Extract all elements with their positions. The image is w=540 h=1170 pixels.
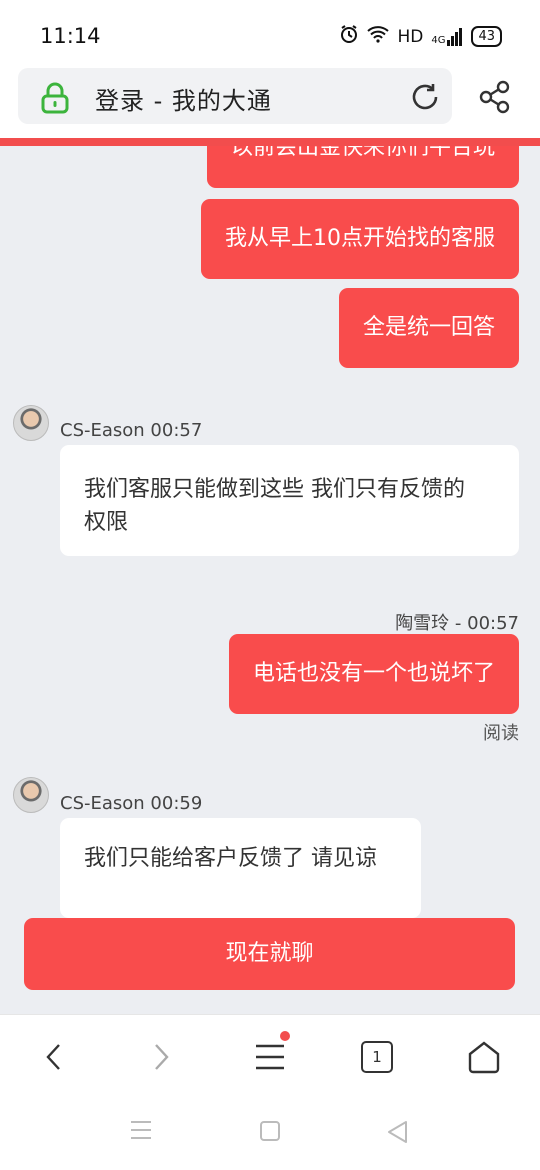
tab-count: 1 — [361, 1041, 393, 1073]
status-time: 11:14 — [40, 24, 101, 48]
page-title: 登录 - 我的大通 — [95, 87, 272, 115]
message-sender: CS-Eason 00:57 — [60, 420, 203, 441]
lock-icon — [40, 82, 70, 118]
back-icon[interactable] — [34, 1037, 74, 1077]
message-sender: 陶雪玲 - 00:57 — [395, 613, 519, 634]
signal-icon: 4G — [431, 27, 463, 46]
message-bubble-incoming: 我们只能给客户反馈了 请见谅 — [60, 818, 421, 918]
tabs-icon[interactable]: 1 — [357, 1037, 397, 1077]
message-sender: CS-Eason 00:59 — [60, 793, 203, 814]
message-line: 权限 — [84, 510, 129, 535]
reload-icon[interactable] — [409, 81, 441, 117]
avatar — [13, 405, 49, 441]
message-bubble-incoming: 我们客服只能做到这些 我们只有反馈的 权限 — [60, 445, 519, 556]
status-bar: 11:14 HD 4G 43 — [0, 0, 540, 70]
menu-icon[interactable] — [250, 1031, 290, 1077]
home-button-icon[interactable] — [259, 1120, 281, 1146]
browser-nav: 1 — [0, 1014, 540, 1097]
notification-dot — [280, 1031, 290, 1041]
avatar — [13, 777, 49, 813]
message-bubble-outgoing: 以前会出金快来你们平台玩 — [206, 146, 519, 188]
forward-icon[interactable] — [141, 1037, 181, 1077]
alarm-icon — [339, 24, 359, 49]
back-button-icon[interactable] — [386, 1120, 408, 1148]
status-icons: HD 4G 43 — [339, 24, 502, 49]
signal-type: 4G — [431, 34, 446, 46]
message-bubble-outgoing: 我从早上10点开始找的客服 — [201, 199, 519, 279]
message-bubble-outgoing: 全是统一回答 — [338, 288, 519, 368]
home-icon[interactable] — [464, 1037, 504, 1077]
read-status: 阅读 — [483, 723, 519, 744]
chat-area[interactable]: 以前会出金快来你们平台玩 我从早上10点开始找的客服 全是统一回答 CS-Eas… — [0, 146, 540, 1014]
chat-now-button[interactable]: 现在就聊 — [24, 918, 515, 990]
url-field[interactable]: 登录 - 我的大通 — [18, 68, 452, 124]
address-bar: 登录 - 我的大通 — [0, 66, 540, 138]
message-bubble-outgoing: 电话也没有一个也说坏了 — [228, 634, 519, 714]
message-line: 我们客服只能做到这些 我们只有反馈的 — [84, 477, 465, 502]
battery-icon: 43 — [471, 26, 502, 47]
wifi-icon — [367, 25, 390, 48]
network-type: HD — [397, 26, 424, 47]
message-line: 我们只能给客户反馈了 请见谅 — [84, 846, 377, 871]
system-nav — [0, 1096, 540, 1170]
share-icon[interactable] — [478, 80, 512, 118]
header-divider — [0, 138, 540, 146]
recent-apps-icon[interactable] — [130, 1120, 152, 1144]
